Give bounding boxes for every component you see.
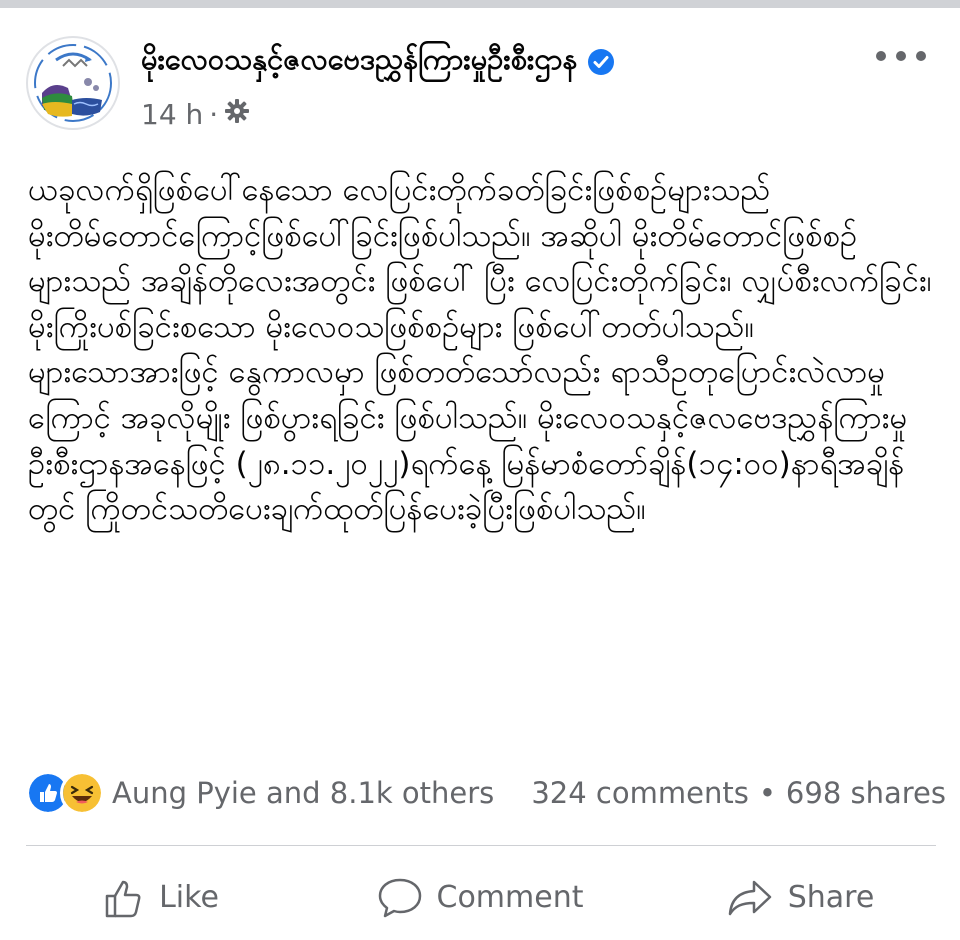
post-meta: 14 h · <box>141 96 250 132</box>
page-avatar[interactable] <box>26 36 120 130</box>
reaction-icons[interactable] <box>26 771 104 815</box>
like-button-label: Like <box>159 880 219 915</box>
verified-badge-icon <box>587 48 615 76</box>
more-dots-icon <box>876 51 926 61</box>
thumbs-up-icon <box>105 880 141 917</box>
post-action-bar: Like Comment Share <box>0 855 960 940</box>
share-button[interactable]: Share <box>640 855 960 940</box>
comments-count-link[interactable]: 324 comments <box>531 776 748 810</box>
like-button[interactable]: Like <box>0 855 320 940</box>
action-bar-divider <box>26 845 936 846</box>
top-divider-bar <box>0 0 960 8</box>
count-separator: • <box>758 776 776 810</box>
post-timestamp[interactable]: 14 h <box>141 98 203 131</box>
meta-separator: · <box>209 97 219 131</box>
page-name-link[interactable]: မိုးလေဝသနှင့်ဇလဗေဒညွှန်ကြားမှုဦးစီးဌာန <box>141 41 577 84</box>
reactions-summary-text[interactable]: Aung Pyie and 8.1k others <box>112 776 494 810</box>
post-body-text: ယခုလက်ရှိဖြစ်ပေါ်နေသော လေပြင်းတိုက်ခတ်ခြ… <box>28 172 932 528</box>
comment-bubble-icon <box>378 878 421 917</box>
gear-icon[interactable] <box>224 98 250 131</box>
page-logo-icon <box>31 41 115 125</box>
share-arrow-icon <box>728 880 771 915</box>
haha-reaction-icon <box>60 771 104 815</box>
page-header: မိုးလေဝသနှင့်ဇလဗေဒညွှန်ကြားမှုဦးစီးဌာန <box>141 38 615 86</box>
share-button-label: Share <box>787 880 875 915</box>
comment-button[interactable]: Comment <box>320 855 640 940</box>
shares-count-link[interactable]: 698 shares <box>786 776 946 810</box>
comment-button-label: Comment <box>436 880 584 915</box>
engagement-counts: 324 comments • 698 shares <box>531 776 946 810</box>
more-options-button[interactable] <box>866 38 936 74</box>
reactions-summary-row: Aung Pyie and 8.1k others 324 comments •… <box>26 770 946 816</box>
